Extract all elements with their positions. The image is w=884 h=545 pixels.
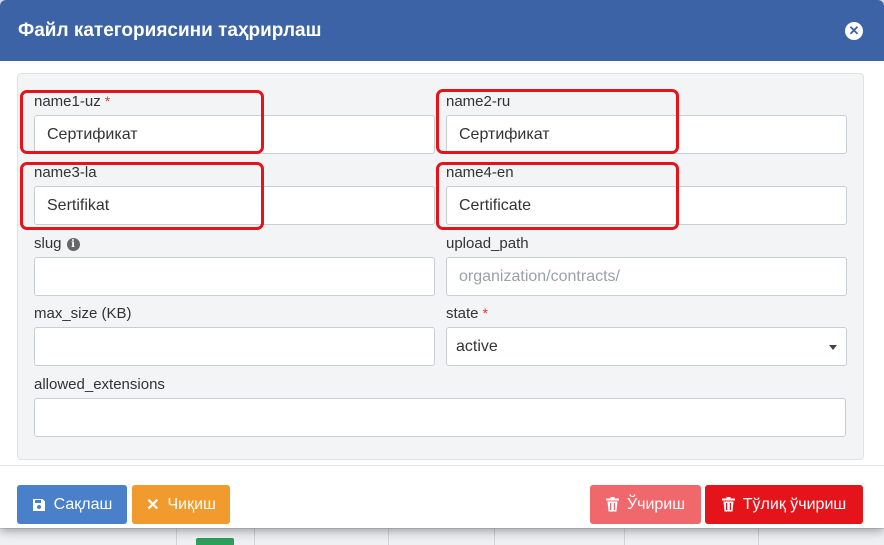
background-table-cell — [494, 528, 495, 545]
exit-button[interactable]: ✕ Чиқиш — [132, 485, 230, 524]
field-label: name1-uz * — [34, 93, 110, 110]
state-label: state — [446, 305, 479, 322]
delete-label: Ўчириш — [626, 495, 686, 513]
background-badge — [196, 538, 234, 545]
trash-icon — [721, 497, 735, 512]
modal-title: Файл категориясини таҳрирлаш — [18, 19, 322, 41]
background-table-cell — [758, 528, 759, 545]
background-table-cell — [176, 528, 177, 545]
slug-label: slug — [34, 235, 62, 252]
full-delete-button[interactable]: Тўлиқ ўчириш — [705, 485, 863, 524]
max-size-label: max_size (KB) — [34, 305, 132, 322]
state-selected-value: active — [456, 337, 498, 355]
info-icon[interactable]: i — [66, 238, 80, 251]
caret-down-icon — [829, 345, 837, 350]
upload-path-input[interactable] — [446, 257, 847, 296]
name4-en-label: name4-en — [446, 164, 514, 181]
slug-input[interactable] — [34, 257, 435, 296]
full-delete-label: Тўлиқ ўчириш — [742, 495, 847, 513]
background-table-cell — [624, 528, 625, 545]
modal-body: name1-uz* name2-ru name3-la name4-en slu… — [0, 61, 884, 465]
edit-file-category-modal: Файл категориясини таҳрирлаш ✕ name1-uz *… — [0, 0, 884, 528]
save-button[interactable]: Сақлаш — [17, 485, 127, 524]
name1-uz-label: name1-uz — [34, 93, 101, 110]
background-table-strip — [0, 528, 884, 545]
background-table-cell — [254, 528, 255, 545]
name2-ru-input[interactable] — [446, 115, 847, 154]
floppy-disk-icon — [32, 498, 46, 512]
allowed-extensions-label: allowed_extensions — [34, 376, 165, 393]
name3-la-label: name3-la — [34, 164, 97, 181]
required-marker: * — [104, 93, 111, 109]
name3-la-input[interactable] — [34, 186, 435, 225]
background-table-cell — [388, 528, 389, 545]
upload-path-label: upload_path — [446, 235, 529, 252]
exit-label: Чиқиш — [167, 495, 216, 513]
delete-button[interactable]: Ўчириш — [590, 485, 701, 524]
name1-uz-input[interactable] — [34, 115, 435, 154]
trash-icon — [605, 497, 619, 512]
form-panel: name1-uz* name2-ru name3-la name4-en slu… — [17, 73, 864, 460]
name2-ru-label: name2-ru — [446, 93, 511, 110]
close-icon[interactable]: ✕ — [845, 21, 863, 40]
required-marker: * — [482, 305, 488, 321]
max-size-input[interactable] — [34, 327, 435, 366]
save-label: Сақлаш — [53, 495, 113, 513]
slug-label-row: slug i — [34, 235, 80, 252]
modal-footer: Сақлаш ✕ Чиқиш Ўчириш Тўлиқ ўчириш — [0, 465, 884, 528]
name4-en-input[interactable] — [446, 186, 847, 225]
modal-header: Файл категориясини таҳрирлаш ✕ — [0, 0, 884, 61]
state-select[interactable]: active — [446, 327, 847, 366]
close-x-icon: ✕ — [146, 496, 160, 514]
allowed-extensions-input[interactable] — [34, 398, 846, 437]
state-label-row: state * — [446, 305, 488, 322]
